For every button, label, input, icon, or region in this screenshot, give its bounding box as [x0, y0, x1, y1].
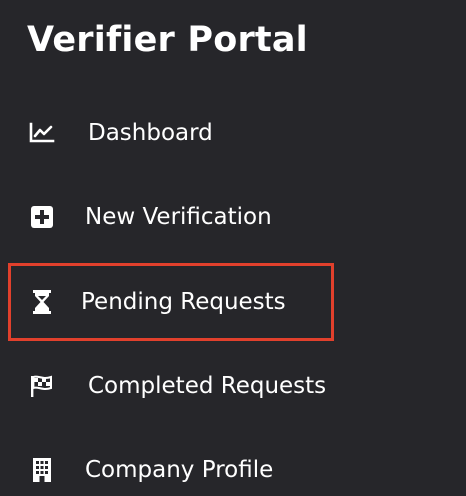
plus-square-icon [28, 203, 56, 231]
sidebar-item-label: Company Profile [85, 457, 274, 483]
sidebar-item-new-verification[interactable]: New Verification [28, 197, 272, 237]
checkered-flag-icon [28, 372, 56, 400]
sidebar-item-dashboard[interactable]: Dashboard [28, 113, 213, 153]
sidebar-item-label: New Verification [85, 204, 272, 230]
sidebar-item-label: Dashboard [88, 120, 213, 146]
portal-title: Verifier Portal [27, 20, 308, 60]
building-icon [28, 456, 56, 484]
sidebar-item-pending-requests[interactable]: Pending Requests [28, 282, 286, 322]
chart-line-icon [28, 119, 56, 147]
sidebar-item-company-profile[interactable]: Company Profile [28, 450, 273, 490]
sidebar-item-label: Completed Requests [88, 373, 327, 399]
hourglass-icon [28, 288, 56, 316]
sidebar-item-completed-requests[interactable]: Completed Requests [28, 366, 326, 406]
sidebar-item-label: Pending Requests [81, 289, 286, 315]
